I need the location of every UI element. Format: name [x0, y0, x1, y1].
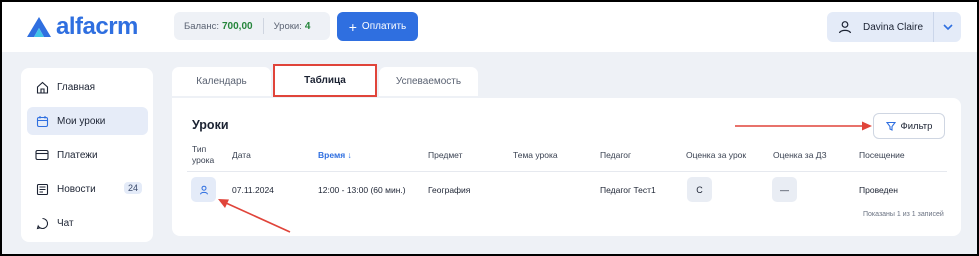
- cell-date: 07.11.2024: [232, 185, 274, 195]
- lessons-label: Уроки:: [273, 20, 302, 32]
- pay-button[interactable]: + Оплатить: [337, 12, 418, 41]
- card-icon: [33, 149, 51, 161]
- sidebar-item-label: Платежи: [57, 149, 98, 161]
- lesson-type-individual-icon[interactable]: [191, 177, 216, 202]
- col-header-subject[interactable]: Предмет: [428, 150, 463, 161]
- top-header: alfacrm Баланс: 700,00 Уроки: 4 + Оплати…: [2, 2, 977, 52]
- page-title: Уроки: [192, 118, 229, 132]
- pay-button-label: Оплатить: [361, 21, 407, 32]
- tab-calendar[interactable]: Календарь: [172, 67, 271, 96]
- col-header-type: Тип урока: [192, 144, 214, 166]
- tab-progress[interactable]: Успеваемость: [379, 67, 478, 96]
- cell-teacher: Педагог Тест1: [600, 185, 656, 195]
- user-dropdown-button[interactable]: [933, 12, 961, 42]
- user-name: Davina Claire: [863, 21, 924, 33]
- sidebar-item-label: Главная: [57, 81, 96, 93]
- sidebar-item-payments[interactable]: Платежи: [27, 141, 148, 169]
- chat-icon: [33, 217, 51, 230]
- balance-segment: Баланс: 700,00: [174, 18, 263, 34]
- col-header-teacher[interactable]: Педагог: [600, 150, 631, 161]
- cell-time: 12:00 - 13:00 (60 мин.): [318, 185, 406, 195]
- tab-label: Успеваемость: [395, 76, 462, 87]
- news-icon: [33, 183, 51, 196]
- sidebar-item-label: Новости: [57, 183, 96, 195]
- col-header-type-line1: Тип: [192, 144, 207, 154]
- sidebar-item-chat[interactable]: Чат: [27, 209, 148, 237]
- cell-attendance: Проведен: [859, 185, 898, 195]
- filter-button[interactable]: Фильтр: [873, 113, 945, 139]
- col-header-grade-hw[interactable]: Оценка за ДЗ: [773, 150, 827, 161]
- col-header-grade-lesson[interactable]: Оценка за урок: [686, 150, 746, 161]
- pagination-summary: Показаны 1 из 1 записей: [863, 211, 944, 218]
- lessons-segment: Уроки: 4: [262, 18, 321, 34]
- balance-value: 700,00: [221, 20, 253, 32]
- logo[interactable]: alfacrm: [26, 15, 138, 39]
- plus-icon: +: [348, 18, 357, 35]
- app-frame: alfacrm Баланс: 700,00 Уроки: 4 + Оплати…: [0, 0, 979, 256]
- filter-button-label: Фильтр: [900, 120, 933, 132]
- lessons-value: 4: [304, 20, 311, 32]
- grade-hw-chip[interactable]: —: [772, 177, 797, 202]
- grade-lesson-chip[interactable]: C: [687, 177, 712, 202]
- col-header-attendance[interactable]: Посещение: [859, 150, 905, 161]
- tab-label: Календарь: [196, 76, 247, 87]
- sidebar-item-label: Чат: [57, 217, 74, 229]
- sidebar-item-home[interactable]: Главная: [27, 73, 148, 101]
- home-icon: [33, 81, 51, 94]
- logo-mark-icon: [27, 17, 51, 37]
- balance-label: Баланс:: [184, 20, 219, 32]
- filter-icon: [885, 121, 896, 131]
- col-header-type-line2: урока: [192, 155, 215, 165]
- col-header-date[interactable]: Дата: [232, 150, 251, 161]
- calendar-icon: [33, 115, 51, 128]
- cell-subject: География: [428, 185, 471, 195]
- sidebar: Главная Мои уроки Платежи Новости 24 Чат: [21, 68, 153, 242]
- news-count-badge: 24: [124, 182, 143, 194]
- tab-label: Таблица: [304, 75, 346, 86]
- lessons-card: Уроки Фильтр Тип урока Дата Время ↓ Пред…: [172, 98, 961, 236]
- sidebar-item-news[interactable]: Новости 24: [27, 175, 148, 203]
- sidebar-item-my-lessons[interactable]: Мои уроки: [27, 107, 148, 135]
- col-header-topic[interactable]: Тема урока: [513, 150, 558, 161]
- user-avatar-icon: [831, 20, 859, 34]
- sidebar-item-label: Мои уроки: [57, 115, 106, 127]
- tab-table[interactable]: Таблица: [273, 64, 377, 97]
- col-header-time[interactable]: Время ↓: [318, 150, 352, 161]
- logo-text: alfacrm: [56, 13, 138, 40]
- user-menu[interactable]: Davina Claire: [827, 12, 961, 42]
- chevron-down-icon: [942, 23, 953, 30]
- header-divider: [187, 171, 947, 172]
- balance-panel: Баланс: 700,00 Уроки: 4: [174, 12, 330, 40]
